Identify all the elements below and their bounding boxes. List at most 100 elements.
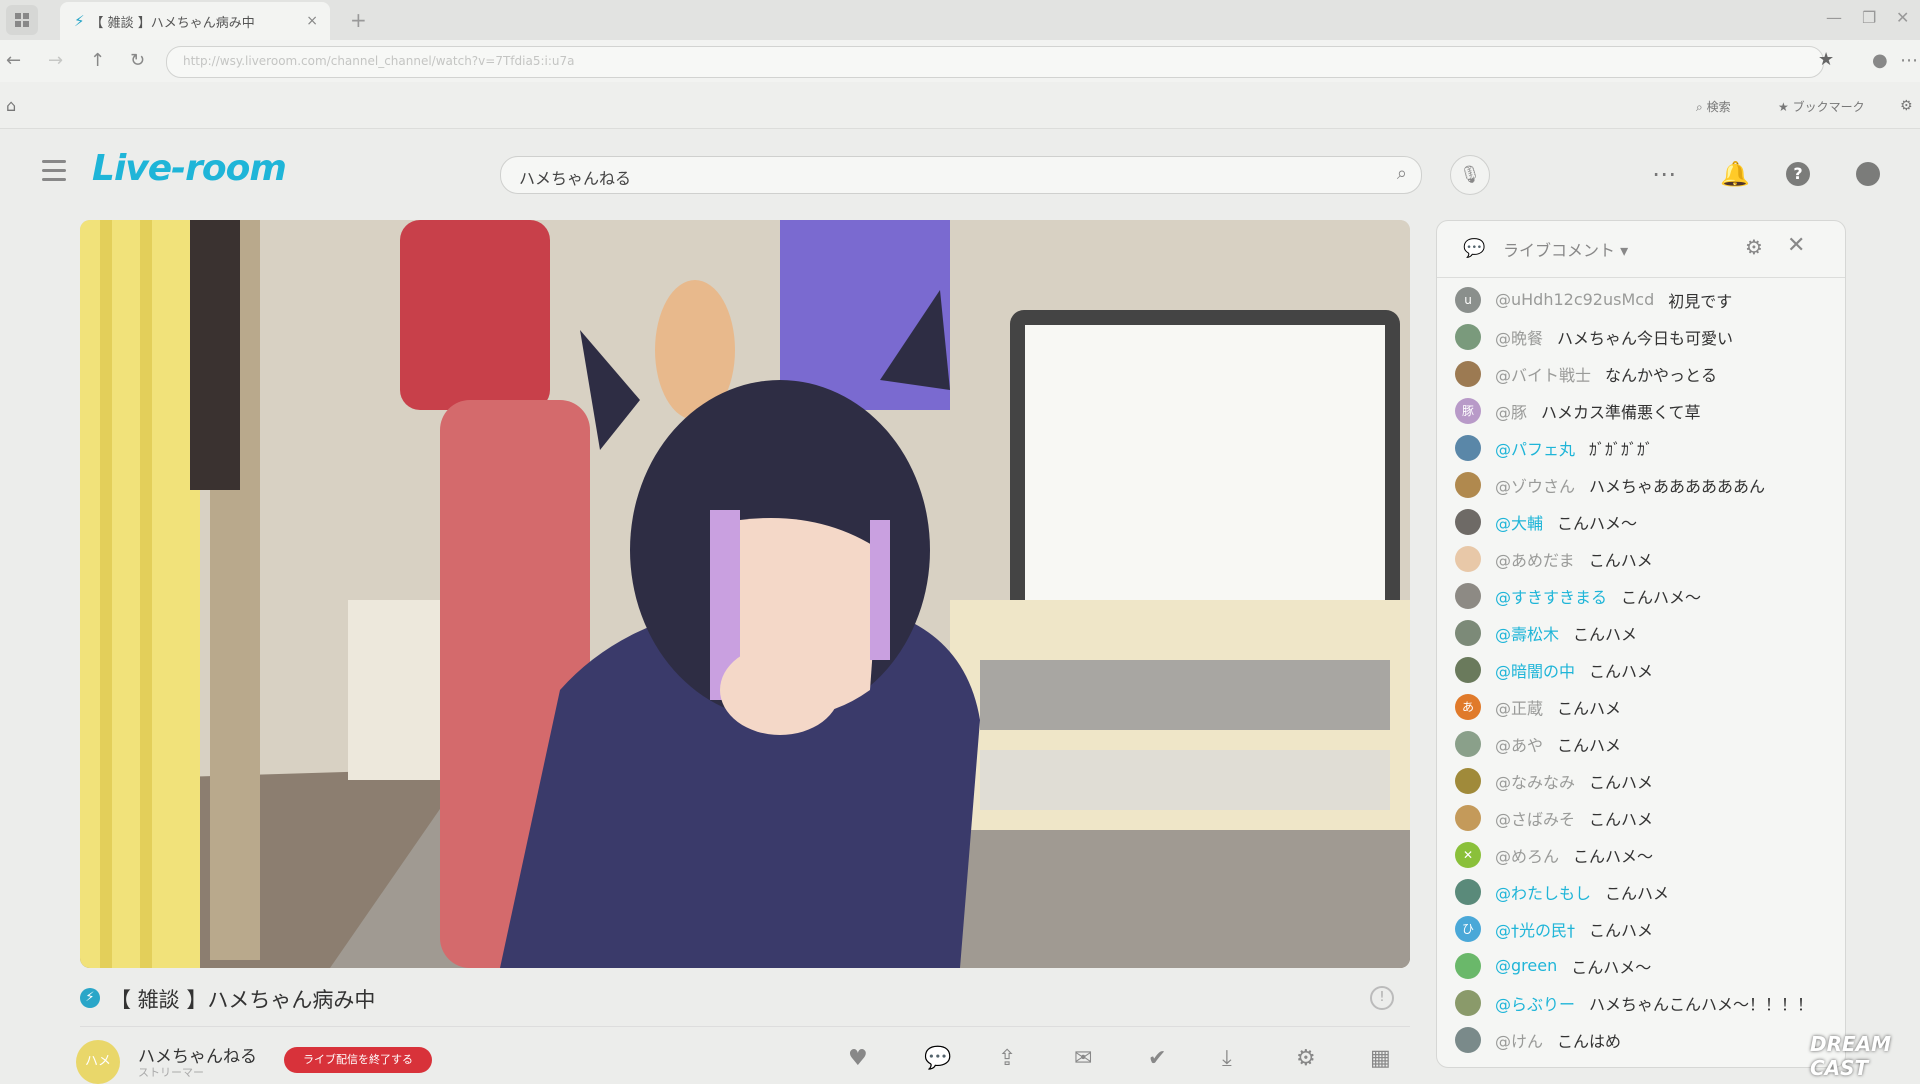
commenter-avatar[interactable]: [1455, 767, 1481, 794]
commenter-name[interactable]: @あめだま: [1495, 547, 1575, 571]
address-bar[interactable]: http://wsy.liveroom.com/channel_channel/…: [166, 46, 1824, 78]
chat-comment: 豚 @豚 ハメカス準備悪くて草: [1437, 392, 1845, 429]
commenter-avatar[interactable]: [1455, 323, 1481, 350]
microphone-icon[interactable]: 🎙: [1450, 155, 1490, 195]
chat-comment: u @uHdh12c92usMcd 初見です: [1437, 281, 1845, 318]
reload-icon[interactable]: ↻: [130, 50, 145, 71]
forward-icon[interactable]: →: [48, 50, 63, 71]
video-player[interactable]: [80, 220, 1410, 968]
commenter-avatar[interactable]: [1455, 804, 1481, 831]
commenter-avatar[interactable]: [1455, 1026, 1481, 1053]
comment-icon[interactable]: 💬: [924, 1046, 951, 1071]
download-icon[interactable]: ⤓: [1222, 1046, 1232, 1071]
end-live-button[interactable]: ライブ配信を終了する: [284, 1047, 432, 1073]
commenter-avatar[interactable]: ✕: [1455, 841, 1481, 868]
divider: [80, 1026, 1410, 1027]
commenter-avatar[interactable]: [1455, 619, 1481, 646]
up-icon[interactable]: ↑: [90, 50, 105, 71]
commenter-name[interactable]: @豚: [1495, 399, 1527, 423]
commenter-name[interactable]: @大輔: [1495, 510, 1543, 534]
window-menu-button[interactable]: [6, 5, 38, 35]
commenter-avatar[interactable]: [1455, 434, 1481, 461]
more-options-icon[interactable]: ⋯: [1652, 160, 1676, 188]
comment-text: ハメカス準備悪くて草: [1541, 402, 1701, 422]
commenter-avatar[interactable]: [1455, 878, 1481, 905]
site-logo[interactable]: Live-room: [92, 148, 287, 189]
commenter-name[interactable]: @暗闇の中: [1495, 658, 1575, 682]
search-input[interactable]: ハメちゃんねる ⌕: [500, 156, 1422, 194]
search-icon: ⌕: [1696, 100, 1703, 114]
channel-subtitle: ストリーマー: [138, 1066, 204, 1079]
back-icon[interactable]: ←: [6, 50, 21, 71]
address-text: http://wsy.liveroom.com/channel_channel/…: [183, 54, 575, 68]
live-lightning-icon: ⚡: [80, 988, 100, 1008]
maximize-icon[interactable]: ❐: [1862, 8, 1876, 27]
bookmark-link[interactable]: ★ ブックマーク: [1778, 98, 1865, 115]
commenter-avatar[interactable]: [1455, 730, 1481, 757]
commenter-avatar[interactable]: 豚: [1455, 397, 1481, 424]
commenter-avatar[interactable]: [1455, 656, 1481, 683]
commenter-name[interactable]: @ゾウさん: [1495, 473, 1575, 497]
commenter-avatar[interactable]: [1455, 360, 1481, 387]
commenter-name[interactable]: @†光の民†: [1495, 917, 1575, 941]
search-icon[interactable]: ⌕: [1397, 163, 1407, 184]
commenter-avatar[interactable]: [1455, 471, 1481, 498]
profile-icon[interactable]: ●: [1872, 50, 1888, 71]
commenter-avatar[interactable]: [1455, 582, 1481, 609]
grid-icon[interactable]: ▦: [1370, 1046, 1391, 1071]
hamburger-menu-icon[interactable]: [42, 160, 66, 187]
check-icon[interactable]: ✔: [1148, 1046, 1166, 1071]
commenter-avatar[interactable]: [1455, 545, 1481, 572]
browser-tab[interactable]: ⚡ 【 雑談 】ハメちゃん病み中 ×: [60, 2, 330, 40]
live-chat-panel: 💬 ライブコメント ▾ ⚙ ✕ u @uHdh12c92usMcd 初見です @晩餐ハ…: [1436, 220, 1846, 1068]
commenter-name[interactable]: @らぶりー: [1495, 991, 1575, 1015]
chat-comment: @ゾウさん ハメちゃああああああん: [1437, 466, 1845, 503]
commenter-name[interactable]: @なみなみ: [1495, 769, 1575, 793]
comment-text: こんハメ: [1589, 772, 1654, 792]
chat-header: 💬 ライブコメント ▾ ⚙ ✕: [1437, 221, 1845, 278]
chat-settings-icon[interactable]: ⚙: [1745, 235, 1763, 259]
commenter-name[interactable]: @めろん: [1495, 843, 1559, 867]
settings-icon[interactable]: ⚙: [1900, 98, 1913, 114]
commenter-name[interactable]: @uHdh12c92usMcd: [1495, 290, 1654, 309]
commenter-name[interactable]: @けん: [1495, 1028, 1543, 1052]
bell-icon[interactable]: 🔔: [1720, 160, 1750, 188]
commenter-avatar[interactable]: u: [1455, 286, 1481, 313]
chat-comment: @すきすきまる こんハメ～: [1437, 577, 1845, 614]
commenter-name[interactable]: @バイト戦士: [1495, 362, 1591, 386]
home-icon[interactable]: ⌂: [6, 96, 16, 115]
chat-comment: @さばみそ こんハメ: [1437, 799, 1845, 836]
mail-icon[interactable]: ✉: [1074, 1046, 1092, 1071]
tab-close-icon[interactable]: ×: [306, 13, 318, 29]
commenter-avatar[interactable]: [1455, 952, 1481, 979]
info-icon[interactable]: !: [1370, 986, 1394, 1010]
browser-menu-icon[interactable]: ⋯: [1900, 50, 1918, 71]
share-icon[interactable]: ⇪: [998, 1046, 1016, 1071]
commenter-name[interactable]: @壽松木: [1495, 621, 1559, 645]
channel-avatar[interactable]: ハメ: [76, 1040, 120, 1084]
heart-icon[interactable]: ♥: [848, 1046, 868, 1071]
commenter-name[interactable]: @さばみそ: [1495, 806, 1575, 830]
commenter-avatar[interactable]: あ: [1455, 693, 1481, 720]
commenter-name[interactable]: @晩餐: [1495, 325, 1543, 349]
commenter-name[interactable]: @あや: [1495, 732, 1543, 756]
commenter-name[interactable]: @わたしもし: [1495, 880, 1591, 904]
chat-close-icon[interactable]: ✕: [1787, 233, 1805, 258]
commenter-avatar[interactable]: [1455, 989, 1481, 1016]
new-tab-button[interactable]: +: [350, 8, 367, 32]
account-icon[interactable]: [1856, 162, 1880, 186]
commenter-name[interactable]: @green: [1495, 956, 1557, 975]
commenter-avatar[interactable]: [1455, 508, 1481, 535]
minimize-icon[interactable]: —: [1826, 8, 1842, 27]
search-bookmark[interactable]: ⌕ 検索: [1696, 98, 1731, 115]
bookmark-star-icon[interactable]: ★: [1818, 49, 1834, 70]
settings-icon[interactable]: ⚙: [1296, 1046, 1316, 1071]
help-icon[interactable]: ?: [1786, 162, 1810, 186]
commenter-name[interactable]: @パフェ丸: [1495, 436, 1575, 460]
chat-title-dropdown[interactable]: ライブコメント ▾: [1503, 237, 1628, 261]
comment-text: こんハメ: [1605, 883, 1670, 903]
commenter-name[interactable]: @すきすきまる: [1495, 584, 1607, 608]
close-window-icon[interactable]: ✕: [1896, 8, 1909, 27]
commenter-avatar[interactable]: ひ: [1455, 915, 1481, 942]
commenter-name[interactable]: @正蔵: [1495, 695, 1543, 719]
